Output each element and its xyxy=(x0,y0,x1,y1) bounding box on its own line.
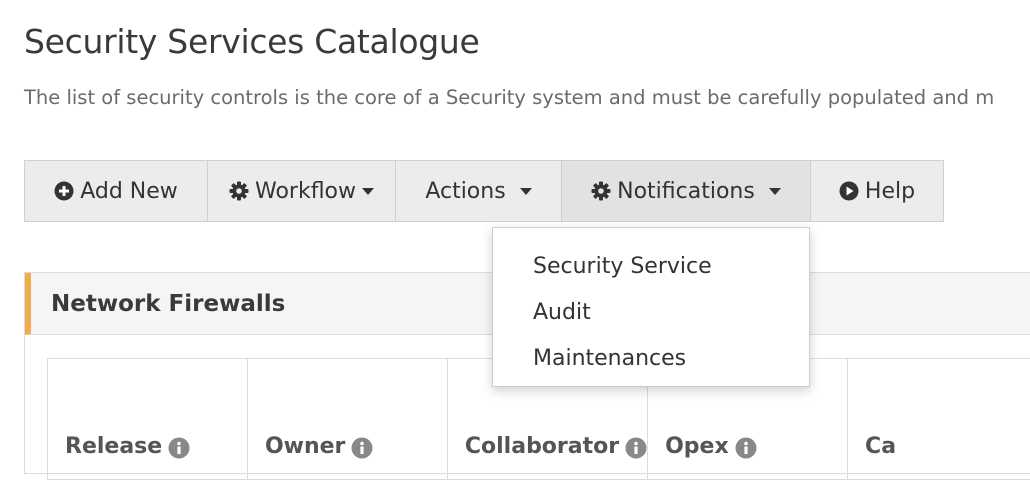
notifications-dropdown-menu: Security Service Audit Maintenances xyxy=(492,227,810,387)
info-icon[interactable] xyxy=(351,437,373,459)
chevron-down-icon xyxy=(768,187,781,195)
column-header-release[interactable]: Release xyxy=(48,359,248,479)
plus-circle-icon xyxy=(54,181,74,201)
menu-item-security-service[interactable]: Security Service xyxy=(493,243,809,289)
page-title: Security Services Catalogue xyxy=(24,22,480,61)
page-description: The list of security controls is the cor… xyxy=(24,86,995,109)
menu-item-audit[interactable]: Audit xyxy=(493,289,809,335)
help-button[interactable]: Help xyxy=(810,160,944,222)
column-label: Ca xyxy=(865,434,897,459)
chevron-down-icon xyxy=(362,187,375,195)
menu-item-maintenances[interactable]: Maintenances xyxy=(493,335,809,381)
add-new-label: Add New xyxy=(80,178,178,204)
workflow-label: Workflow xyxy=(254,178,357,204)
toolbar: Add New Workflow Actions Notifications H… xyxy=(24,160,944,222)
help-label: Help xyxy=(864,178,916,204)
column-label: Release xyxy=(65,434,163,459)
info-icon[interactable] xyxy=(625,437,647,459)
chevron-down-icon xyxy=(519,187,532,195)
info-icon[interactable] xyxy=(735,437,757,459)
column-header-ca[interactable]: Ca xyxy=(848,359,1030,479)
column-label: Opex xyxy=(665,434,729,459)
notifications-label: Notifications xyxy=(617,178,755,204)
actions-label: Actions xyxy=(425,178,506,204)
column-header-owner[interactable]: Owner xyxy=(248,359,448,479)
gear-icon xyxy=(591,181,611,201)
add-new-button[interactable]: Add New xyxy=(24,160,208,222)
notifications-button[interactable]: Notifications xyxy=(561,160,811,222)
column-label: Owner xyxy=(264,434,346,459)
actions-button[interactable]: Actions xyxy=(395,160,562,222)
column-label: Collaborator xyxy=(464,434,620,459)
info-icon[interactable] xyxy=(168,437,190,459)
workflow-button[interactable]: Workflow xyxy=(207,160,396,222)
gear-icon xyxy=(229,181,249,201)
play-circle-icon xyxy=(839,181,859,201)
